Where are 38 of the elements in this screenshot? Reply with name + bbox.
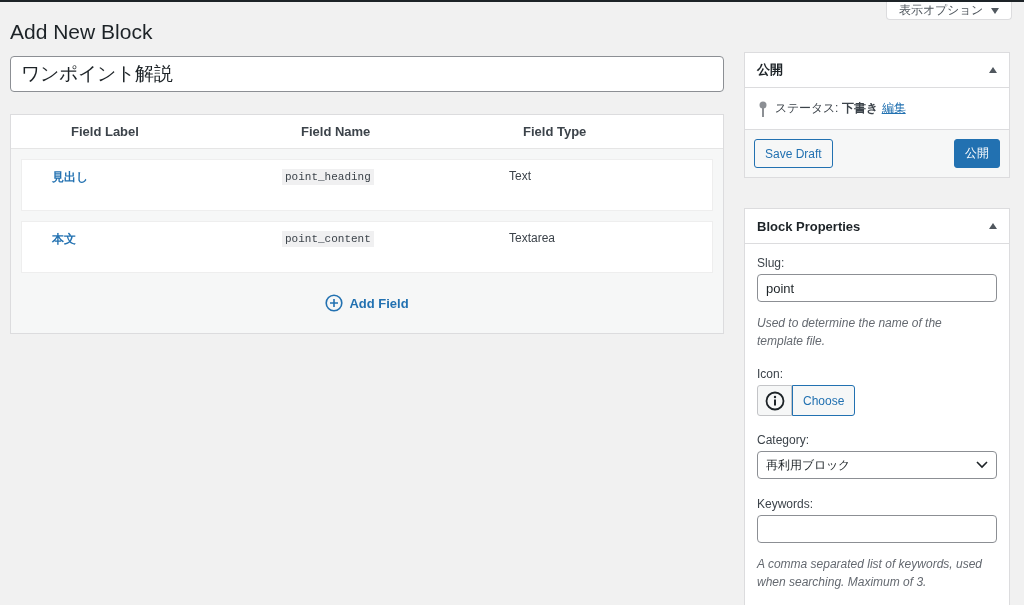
keywords-label: Keywords: xyxy=(757,497,815,511)
add-field-button[interactable]: Add Field xyxy=(319,293,415,313)
field-type: Textarea xyxy=(509,231,557,245)
field-name: point_content xyxy=(282,231,374,247)
edit-link[interactable]: 編集 xyxy=(881,100,906,117)
panel-title: Block Properties xyxy=(757,218,861,234)
toggle-icon[interactable] xyxy=(989,67,997,73)
category-select[interactable]: 再利用ブロック xyxy=(757,451,997,479)
toggle-icon[interactable] xyxy=(989,223,997,229)
panel-header[interactable]: 公開 xyxy=(745,53,1009,88)
slug-help-text: Used to determine the name of the template file. xyxy=(757,315,943,350)
keywords-help-text: A comma separated list of keywords, used when searching. Maximum of 3. xyxy=(757,556,983,591)
panel-header[interactable]: Block Properties xyxy=(745,209,1009,244)
field-label-link[interactable]: 本文 xyxy=(52,231,76,248)
screen-options-button[interactable]: 表示オプション xyxy=(886,2,1012,20)
column-header: Field Type xyxy=(523,124,588,139)
slug-field[interactable]: point xyxy=(757,274,997,302)
info-icon xyxy=(764,390,785,411)
caret-icon xyxy=(991,7,999,14)
status-text: ステータス: 下書き xyxy=(775,100,878,117)
page-title: Add New Block xyxy=(10,20,154,44)
column-header: Field Name xyxy=(301,124,372,139)
panel-title: 公開 xyxy=(757,61,783,79)
choose-button[interactable]: Choose xyxy=(792,385,856,416)
field-name: point_heading xyxy=(282,169,374,185)
column-header: Field Label xyxy=(71,124,140,139)
category-label: Category: xyxy=(757,433,811,447)
icon-label: Icon: xyxy=(757,367,784,381)
chevron-down-icon xyxy=(976,461,988,469)
pin-icon xyxy=(759,100,767,117)
keywords-field[interactable] xyxy=(757,515,997,543)
field-type: Text xyxy=(509,169,532,183)
slug-label: Slug: xyxy=(757,256,786,270)
title-field[interactable]: ワンポイント解説 xyxy=(10,56,724,92)
publish-button[interactable]: 公開 xyxy=(954,139,1000,168)
save-draft-button[interactable]: Save Draft xyxy=(754,139,833,168)
field-label-link[interactable]: 見出し xyxy=(52,169,88,186)
plus-circle-icon xyxy=(325,294,344,312)
